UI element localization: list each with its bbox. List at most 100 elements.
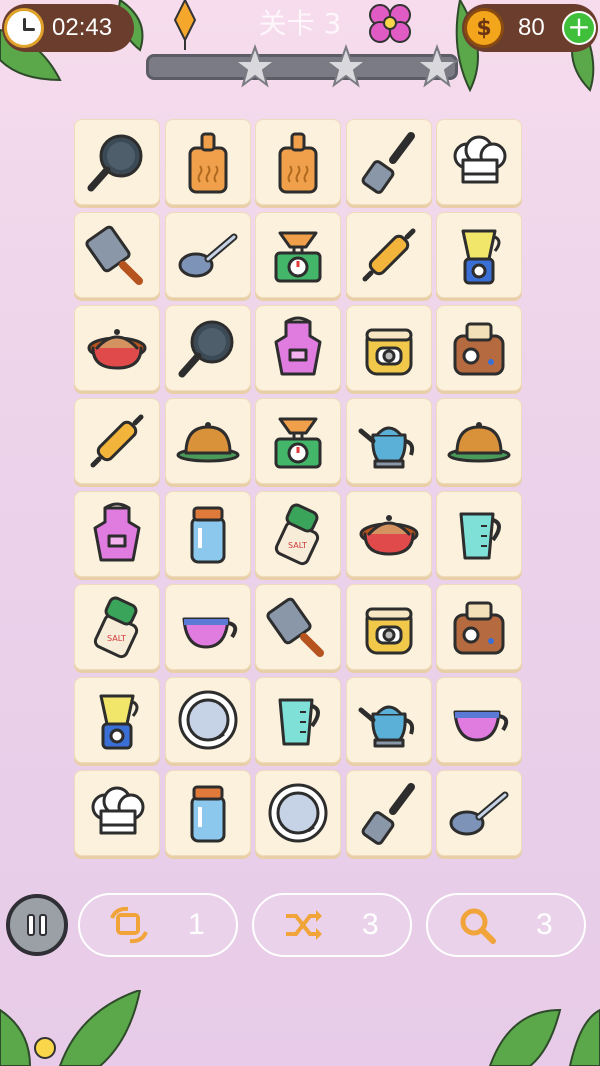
tile-rice-cooker[interactable]	[345, 305, 432, 391]
tile-blender[interactable]	[436, 212, 522, 298]
cutting-board-icon	[278, 132, 318, 194]
shuffle-powerup-button[interactable]: 3	[252, 893, 412, 957]
toaster-icon	[453, 601, 505, 655]
star-icon	[232, 44, 278, 88]
frying-pan-icon	[178, 320, 233, 378]
tile-apron[interactable]	[74, 491, 160, 577]
coin-count: 80	[518, 14, 545, 41]
spatula-icon	[361, 132, 415, 194]
kettle-icon	[358, 426, 414, 469]
spatula-icon	[361, 783, 415, 845]
tile-rice-cooker[interactable]	[345, 584, 432, 670]
tile-apron[interactable]	[255, 305, 341, 391]
casserole-pot-icon	[359, 515, 418, 556]
tile-kitchen-scale[interactable]	[255, 212, 341, 298]
coin-icon: $	[464, 8, 504, 48]
blender-icon	[461, 229, 501, 285]
tile-ladle-spoon[interactable]	[164, 212, 251, 298]
rotate-count: 1	[188, 908, 205, 941]
salt-shaker-icon: SALT	[274, 503, 320, 566]
blender-icon	[99, 694, 139, 750]
tile-kitchen-scale[interactable]	[255, 398, 341, 484]
tile-casserole-pot[interactable]	[74, 305, 160, 391]
tile-blender[interactable]	[74, 677, 160, 763]
leaf-decoration-bottom-right	[488, 1008, 600, 1066]
tile-cutting-board[interactable]	[164, 119, 251, 205]
apron-icon	[274, 316, 322, 376]
apron-icon	[93, 502, 141, 562]
rolling-pin-icon	[90, 414, 144, 468]
tile-rolling-pin[interactable]	[74, 398, 160, 484]
leaf-decoration-bottom-left	[0, 990, 142, 1066]
cutting-board-icon	[188, 132, 227, 194]
pause-button[interactable]	[6, 894, 68, 956]
plate-icon	[268, 783, 328, 843]
tile-glass-jar[interactable]	[164, 491, 251, 577]
tile-spatula[interactable]	[345, 770, 432, 856]
tile-measuring-cup[interactable]	[255, 677, 341, 763]
tile-glass-jar[interactable]	[164, 770, 251, 856]
rotate-icon	[110, 906, 148, 944]
tile-plate[interactable]	[255, 770, 341, 856]
magnifier-icon	[460, 908, 496, 944]
tile-cloche-dish[interactable]	[436, 398, 522, 484]
tile-kettle[interactable]	[345, 398, 432, 484]
tile-frying-pan[interactable]	[164, 305, 251, 391]
tile-cloche-dish[interactable]	[164, 398, 251, 484]
tile-chef-hat[interactable]	[74, 770, 160, 856]
shuffle-count: 3	[362, 908, 379, 941]
tile-cleaver[interactable]	[74, 212, 160, 298]
shuffle-icon	[286, 910, 322, 940]
glass-jar-icon	[190, 506, 225, 564]
tile-measuring-cup[interactable]	[436, 491, 522, 577]
coin-panel: $ 80 +	[462, 4, 598, 52]
pause-icon	[27, 914, 35, 936]
game-board: SALT SALT	[74, 119, 522, 859]
casserole-pot-icon	[87, 329, 147, 370]
hint-count: 3	[536, 908, 553, 941]
rice-cooker-icon	[365, 607, 412, 655]
tile-kettle[interactable]	[345, 677, 432, 763]
ladle-spoon-icon	[449, 791, 509, 836]
tile-rolling-pin[interactable]	[345, 212, 432, 298]
teacup-icon	[453, 710, 509, 742]
cloche-dish-icon	[447, 422, 511, 463]
measuring-cup-icon	[459, 512, 501, 560]
measuring-cup-icon	[278, 698, 320, 746]
glass-jar-icon	[190, 785, 225, 843]
tile-casserole-pot[interactable]	[345, 491, 432, 577]
svg-text:SALT: SALT	[107, 634, 126, 643]
tile-cleaver[interactable]	[255, 584, 341, 670]
ladle-spoon-icon	[178, 233, 237, 278]
svg-text:SALT: SALT	[288, 541, 307, 550]
cleaver-icon	[266, 597, 324, 657]
chef-hat-icon	[453, 135, 507, 184]
tile-salt-shaker[interactable]: SALT	[74, 584, 160, 670]
tile-chef-hat[interactable]	[436, 119, 522, 205]
tile-salt-shaker[interactable]: SALT	[255, 491, 341, 577]
tile-frying-pan[interactable]	[74, 119, 160, 205]
tile-plate[interactable]	[164, 677, 251, 763]
rotate-powerup-button[interactable]: 1	[78, 893, 238, 957]
salt-shaker-icon: SALT	[93, 596, 139, 659]
plate-icon	[178, 690, 237, 750]
tile-toaster[interactable]	[436, 305, 522, 391]
chef-hat-icon	[91, 786, 145, 835]
tile-teacup[interactable]	[436, 677, 522, 763]
hint-powerup-button[interactable]: 3	[426, 893, 586, 957]
tile-ladle-spoon[interactable]	[436, 770, 522, 856]
frying-pan-icon	[87, 134, 143, 192]
tile-cutting-board[interactable]	[255, 119, 341, 205]
toaster-icon	[453, 322, 505, 376]
kitchen-scale-icon	[274, 417, 322, 469]
kettle-icon	[358, 705, 414, 748]
rice-cooker-icon	[365, 328, 412, 376]
add-coins-button[interactable]: +	[562, 11, 596, 45]
level-progress-bar	[146, 54, 458, 80]
tile-teacup[interactable]	[164, 584, 251, 670]
kitchen-scale-icon	[274, 231, 322, 283]
rolling-pin-icon	[362, 228, 415, 282]
tile-toaster[interactable]	[436, 584, 522, 670]
teacup-icon	[182, 617, 237, 649]
tile-spatula[interactable]	[345, 119, 432, 205]
